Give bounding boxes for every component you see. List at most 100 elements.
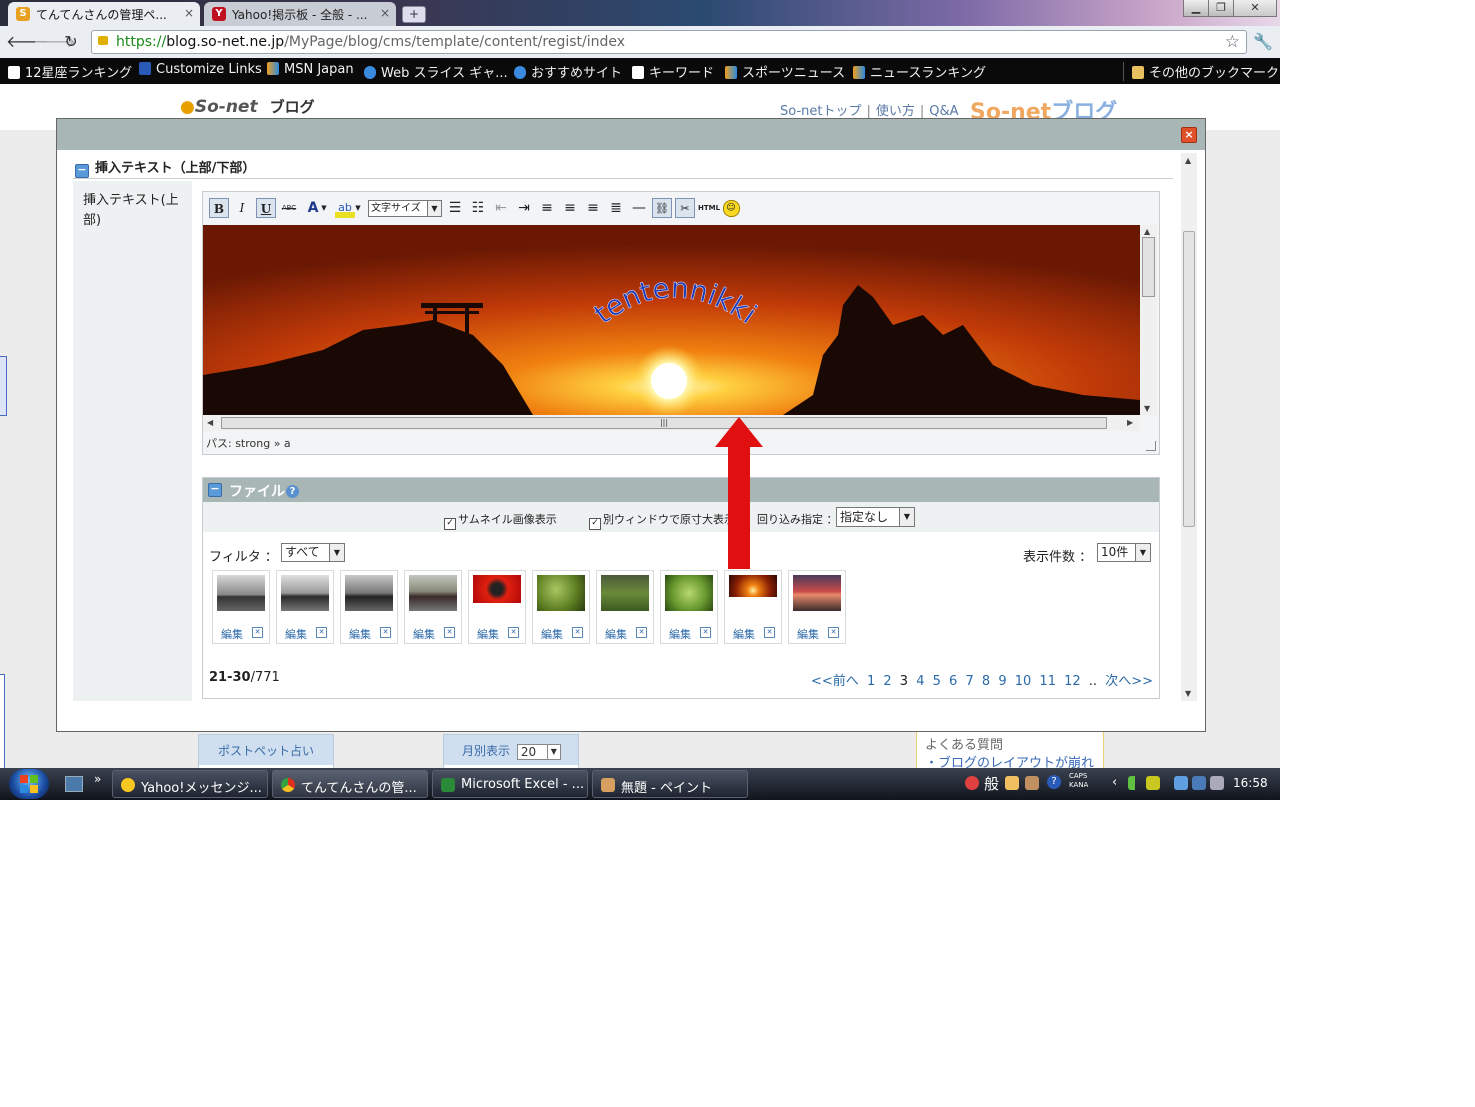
so-net-logo[interactable]: ●So-net ブログ xyxy=(180,96,315,117)
plant-photo[interactable] xyxy=(537,575,585,611)
edit-link[interactable]: 編集 xyxy=(413,626,435,642)
tab-close-icon[interactable]: × xyxy=(380,6,390,20)
bookmark-item[interactable]: Customize Links xyxy=(139,62,262,77)
nav-link-qa[interactable]: Q&A xyxy=(929,104,958,119)
delete-icon[interactable]: ✕ xyxy=(700,627,711,638)
wrench-icon[interactable]: 🔧 xyxy=(1253,32,1273,51)
edit-link[interactable]: 編集 xyxy=(605,626,627,642)
file-thumbnail[interactable]: 編集 ✕ xyxy=(468,570,526,644)
indent-icon[interactable]: ⇥ xyxy=(514,198,534,218)
motorcycle-photo[interactable] xyxy=(345,575,393,611)
file-thumbnail[interactable]: 編集 ✕ xyxy=(404,570,462,644)
reload-icon[interactable]: ↻ xyxy=(61,32,81,52)
delete-icon[interactable]: ✕ xyxy=(252,627,263,638)
collapse-icon[interactable]: − xyxy=(75,164,89,178)
sunset-photo[interactable] xyxy=(793,575,841,611)
signal-icon[interactable] xyxy=(1128,776,1142,790)
edit-link[interactable]: 編集 xyxy=(733,626,755,642)
nav-link-top[interactable]: So-netトップ xyxy=(780,104,861,119)
show-desktop-icon[interactable] xyxy=(65,776,83,792)
wrap-select[interactable]: 指定なし ▼ xyxy=(836,507,915,527)
thumbnail-checkbox[interactable]: ✓ サムネイル画像表示 xyxy=(444,511,557,530)
align-justify-icon[interactable]: ≣ xyxy=(606,198,626,218)
url-text[interactable]: https://blog.so-net.ne.jp/MyPage/blog/cm… xyxy=(116,34,625,50)
pager-page[interactable]: 9 xyxy=(998,674,1006,689)
edit-link[interactable]: 編集 xyxy=(285,626,307,642)
delete-icon[interactable]: ✕ xyxy=(316,627,327,638)
pager-page[interactable]: 6 xyxy=(949,674,957,689)
scroll-right-icon[interactable]: ▶ xyxy=(1127,418,1133,427)
delete-icon[interactable]: ✕ xyxy=(764,627,775,638)
taskbar-item[interactable]: てんてんさんの管... xyxy=(272,770,428,798)
editor-vertical-scrollbar[interactable]: ▲ ▼ xyxy=(1140,225,1157,415)
editor-hscroll-thumb[interactable]: ||| xyxy=(221,417,1107,429)
pager-prev[interactable]: <<前へ xyxy=(811,674,859,689)
pager-page[interactable]: 4 xyxy=(916,674,924,689)
ime-mode[interactable]: 般 xyxy=(984,773,999,794)
edit-link[interactable]: 編集 xyxy=(477,626,499,642)
pager-page[interactable]: 11 xyxy=(1039,674,1056,689)
bookmark-item[interactable]: ニュースランキング xyxy=(853,62,986,81)
postpet-link[interactable]: ポストペット占い xyxy=(199,735,333,765)
ime-tools-icon[interactable] xyxy=(1025,776,1039,790)
modal-close-button[interactable]: × xyxy=(1181,127,1197,143)
taskbar-item[interactable]: 無題 - ペイント xyxy=(592,770,748,798)
chevron-down-icon[interactable]: ▼ xyxy=(353,198,363,218)
filter-select[interactable]: すべて ▼ xyxy=(281,543,345,562)
scroll-up-icon[interactable]: ▲ xyxy=(1144,227,1150,236)
other-bookmarks[interactable]: その他のブックマーク xyxy=(1123,62,1279,81)
smiley-icon[interactable]: ☺ xyxy=(721,198,741,218)
file-thumbnail[interactable]: 編集 ✕ xyxy=(532,570,590,644)
pager-page[interactable]: 7 xyxy=(965,674,973,689)
tab-inactive[interactable]: Y Yahoo!掲示板 - 全般 - ... × xyxy=(204,2,396,26)
modal-scrollbar[interactable]: ▲ ▼ xyxy=(1181,153,1197,701)
pager-next[interactable]: 次へ>> xyxy=(1105,674,1153,689)
bold-button[interactable]: B xyxy=(209,198,229,218)
edit-link[interactable]: 編集 xyxy=(669,626,691,642)
highlight-color-icon[interactable]: ab xyxy=(335,198,355,218)
delete-icon[interactable]: ✕ xyxy=(380,627,391,638)
tab-active[interactable]: S てんてんさんの管理ペ... × xyxy=(8,2,200,26)
file-thumbnail[interactable]: 編集 ✕ xyxy=(788,570,846,644)
new-window-checkbox[interactable]: ✓ 別ウィンドウで原寸大表示 xyxy=(589,511,735,530)
checkmark-icon[interactable]: ✓ xyxy=(444,518,456,530)
editor-vscroll-thumb[interactable] xyxy=(1142,237,1155,297)
link-icon[interactable]: ⛓ xyxy=(652,198,672,218)
motorcycle-photo[interactable] xyxy=(217,575,265,611)
file-panel-header[interactable]: − ファイル ? xyxy=(203,478,1159,502)
banner-image[interactable]: tentennikki xyxy=(203,225,1140,415)
section-header[interactable]: − 挿入テキスト（上部/下部） xyxy=(75,157,255,178)
bookmark-item[interactable]: スポーツニュース xyxy=(725,62,845,81)
quicklaunch-more-icon[interactable]: » xyxy=(94,772,101,786)
resize-handle-icon[interactable] xyxy=(1146,441,1156,451)
pager-page[interactable]: 1 xyxy=(867,674,875,689)
ime-dictionary-icon[interactable] xyxy=(1005,776,1019,790)
forward-arrow-icon[interactable]: 🡒 xyxy=(33,32,76,52)
unlink-icon[interactable]: ✂ xyxy=(675,198,695,218)
scroll-down-icon[interactable]: ▼ xyxy=(1144,404,1150,413)
italic-button[interactable]: I xyxy=(232,198,252,218)
sunset-photo[interactable] xyxy=(729,575,777,597)
html-source-button[interactable]: HTML xyxy=(698,198,720,218)
start-button[interactable] xyxy=(9,769,49,799)
file-thumbnail[interactable]: 編集 ✕ xyxy=(276,570,334,644)
monthly-select[interactable]: 20 ▼ xyxy=(516,743,561,760)
scroll-left-icon[interactable]: ◀ xyxy=(207,418,213,427)
bookmark-star-icon[interactable]: ☆ xyxy=(1225,32,1240,52)
file-thumbnail[interactable]: 編集 ✕ xyxy=(660,570,718,644)
chevron-down-icon[interactable]: ▼ xyxy=(319,198,329,218)
motorcycle-photo[interactable] xyxy=(281,575,329,611)
help-icon[interactable]: ? xyxy=(286,485,299,498)
motorcycle-photo[interactable] xyxy=(409,575,457,611)
underline-button[interactable]: U xyxy=(256,198,276,218)
delete-icon[interactable]: ✕ xyxy=(444,627,455,638)
new-tab-button[interactable]: + xyxy=(402,6,426,23)
align-center-icon[interactable]: ≡ xyxy=(560,198,580,218)
delete-icon[interactable]: ✕ xyxy=(636,627,647,638)
bookmark-item[interactable]: Web スライス ギャ... xyxy=(364,62,508,81)
back-arrow-icon[interactable]: 🡐 xyxy=(6,32,49,52)
taskbar-item[interactable]: Microsoft Excel - ... xyxy=(432,770,588,798)
power-icon[interactable] xyxy=(1174,776,1188,790)
restore-button[interactable]: ❐ xyxy=(1208,0,1234,17)
pager-page[interactable]: 2 xyxy=(883,674,891,689)
